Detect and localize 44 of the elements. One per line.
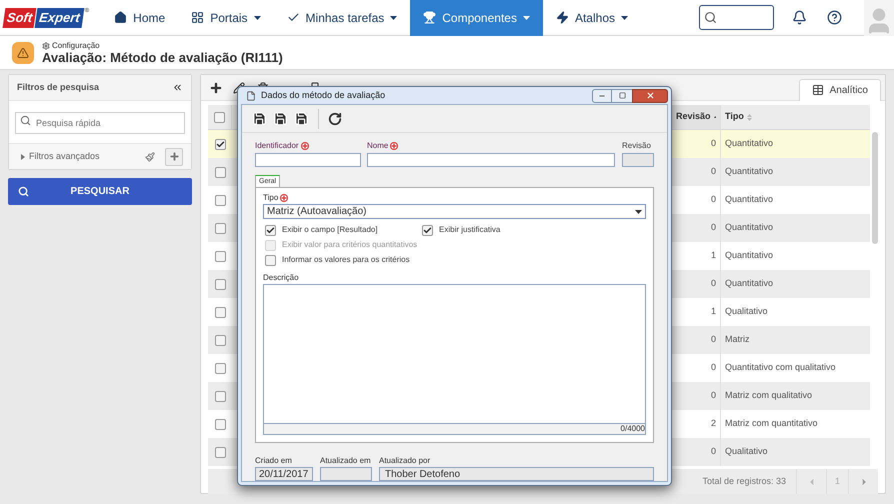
- field-label: Descrição: [263, 272, 300, 284]
- checkbox-label: Informar os valores para os critérios: [282, 254, 410, 266]
- checkbox-label: Exibir o campo [Resultado]: [282, 224, 378, 236]
- character-counter: 0/4000: [620, 423, 645, 435]
- table-cell-text: Quantitativo com qualitativo: [725, 361, 836, 374]
- table-cell-text: Quantitativo: [725, 165, 774, 178]
- table-cell-text: 0: [710, 277, 716, 290]
- table-cell-text: 0: [710, 361, 716, 374]
- updated-by-field: Thober Detofeno: [379, 467, 654, 481]
- table-cell-text: Quantitativo: [725, 249, 774, 262]
- table-cell-text: Qualitativo: [725, 445, 768, 458]
- table-cell-text: 1: [710, 305, 716, 318]
- table-cell-text: 0: [710, 389, 716, 402]
- panel-title: Filtros de pesquisa: [17, 80, 100, 94]
- table-cell-text: Qualitativo: [725, 305, 768, 318]
- field-label: Revisão: [622, 140, 652, 152]
- checkbox-label: Exibir justificativa: [439, 224, 500, 236]
- field-label: Atualizado em: [320, 455, 372, 467]
- table-cell-text: Quantitativo: [725, 137, 774, 150]
- table-cell-text: Quantitativo: [725, 277, 774, 290]
- table-cell-text: 0: [710, 137, 716, 150]
- field-label: Tipo: [263, 192, 646, 204]
- table-cell-text: 0: [710, 333, 716, 346]
- table-cell-text: 1: [710, 249, 716, 262]
- logo: Soft Expert: [2, 8, 84, 28]
- dialog-title: Dados do método de avaliação: [261, 88, 386, 102]
- field-label: Identificador: [255, 140, 361, 152]
- table-cell-text: Matriz com qualitativo: [725, 389, 812, 402]
- table-cell-text: 0: [710, 193, 716, 206]
- table-cell-text: 0: [710, 221, 716, 234]
- checkbox-label: Exibir valor para critérios quantitativos: [282, 239, 418, 251]
- table-cell-text: Matriz: [725, 333, 750, 346]
- table-cell-text: Matriz com quantitativo: [725, 417, 818, 430]
- record-count: Total de registros: 33: [702, 474, 786, 488]
- page-title: Avaliação: Método de avaliação (RI111): [42, 50, 283, 64]
- table-cell-text: 0: [710, 165, 716, 178]
- created-field: 20/11/2017: [255, 467, 313, 481]
- table-cell-text: 0: [710, 445, 716, 458]
- field-label: Criado em: [255, 455, 293, 467]
- table-cell-text: 2: [710, 417, 716, 430]
- table-cell-text: Quantitativo: [725, 221, 774, 234]
- table-cell-text: Quantitativo: [725, 193, 774, 206]
- field-label: Nome: [367, 140, 615, 152]
- field-label: Atualizado por: [379, 455, 432, 467]
